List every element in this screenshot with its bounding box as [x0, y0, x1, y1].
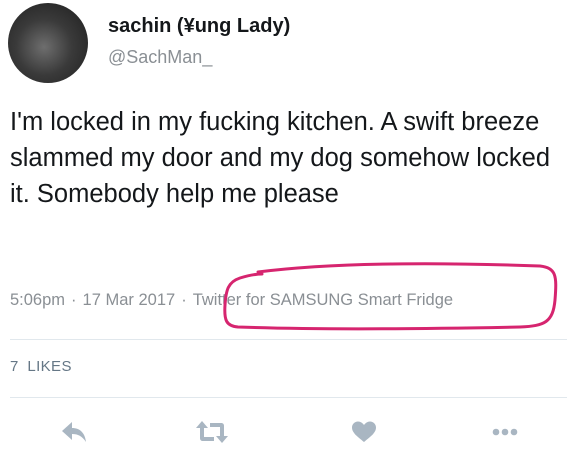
tweet-date[interactable]: 17 Mar 2017 — [83, 291, 176, 310]
user-handle[interactable]: @SachMan_ — [108, 47, 212, 68]
likes-count: 7 — [10, 358, 19, 375]
reply-icon — [62, 422, 86, 442]
highlight-annotation — [223, 262, 558, 331]
reply-button[interactable] — [54, 414, 94, 450]
divider — [10, 397, 567, 398]
likes-stat[interactable]: 7 LIKES — [10, 358, 72, 375]
tweet-time[interactable]: 5:06pm — [10, 291, 65, 310]
more-icon — [492, 428, 518, 436]
avatar[interactable] — [8, 3, 88, 83]
meta-separator: · — [181, 290, 187, 309]
likes-label: LIKES — [27, 358, 72, 375]
tweet-text: I'm locked in my fucking kitchen. A swif… — [10, 108, 550, 208]
display-name[interactable]: sachin (¥ung Lady) — [108, 15, 290, 38]
heart-icon — [352, 421, 376, 442]
divider — [10, 339, 567, 340]
more-button[interactable] — [485, 414, 525, 450]
tweet-meta: 5:06pm · 17 Mar 2017 · Twitter for SAMSU… — [10, 289, 453, 311]
meta-separator: · — [71, 290, 77, 309]
retweet-button[interactable] — [192, 414, 232, 450]
retweet-icon — [196, 421, 228, 443]
tweet-source[interactable]: Twitter for SAMSUNG Smart Fridge — [193, 291, 453, 310]
tweet-actions — [0, 414, 567, 450]
like-button[interactable] — [344, 414, 384, 450]
